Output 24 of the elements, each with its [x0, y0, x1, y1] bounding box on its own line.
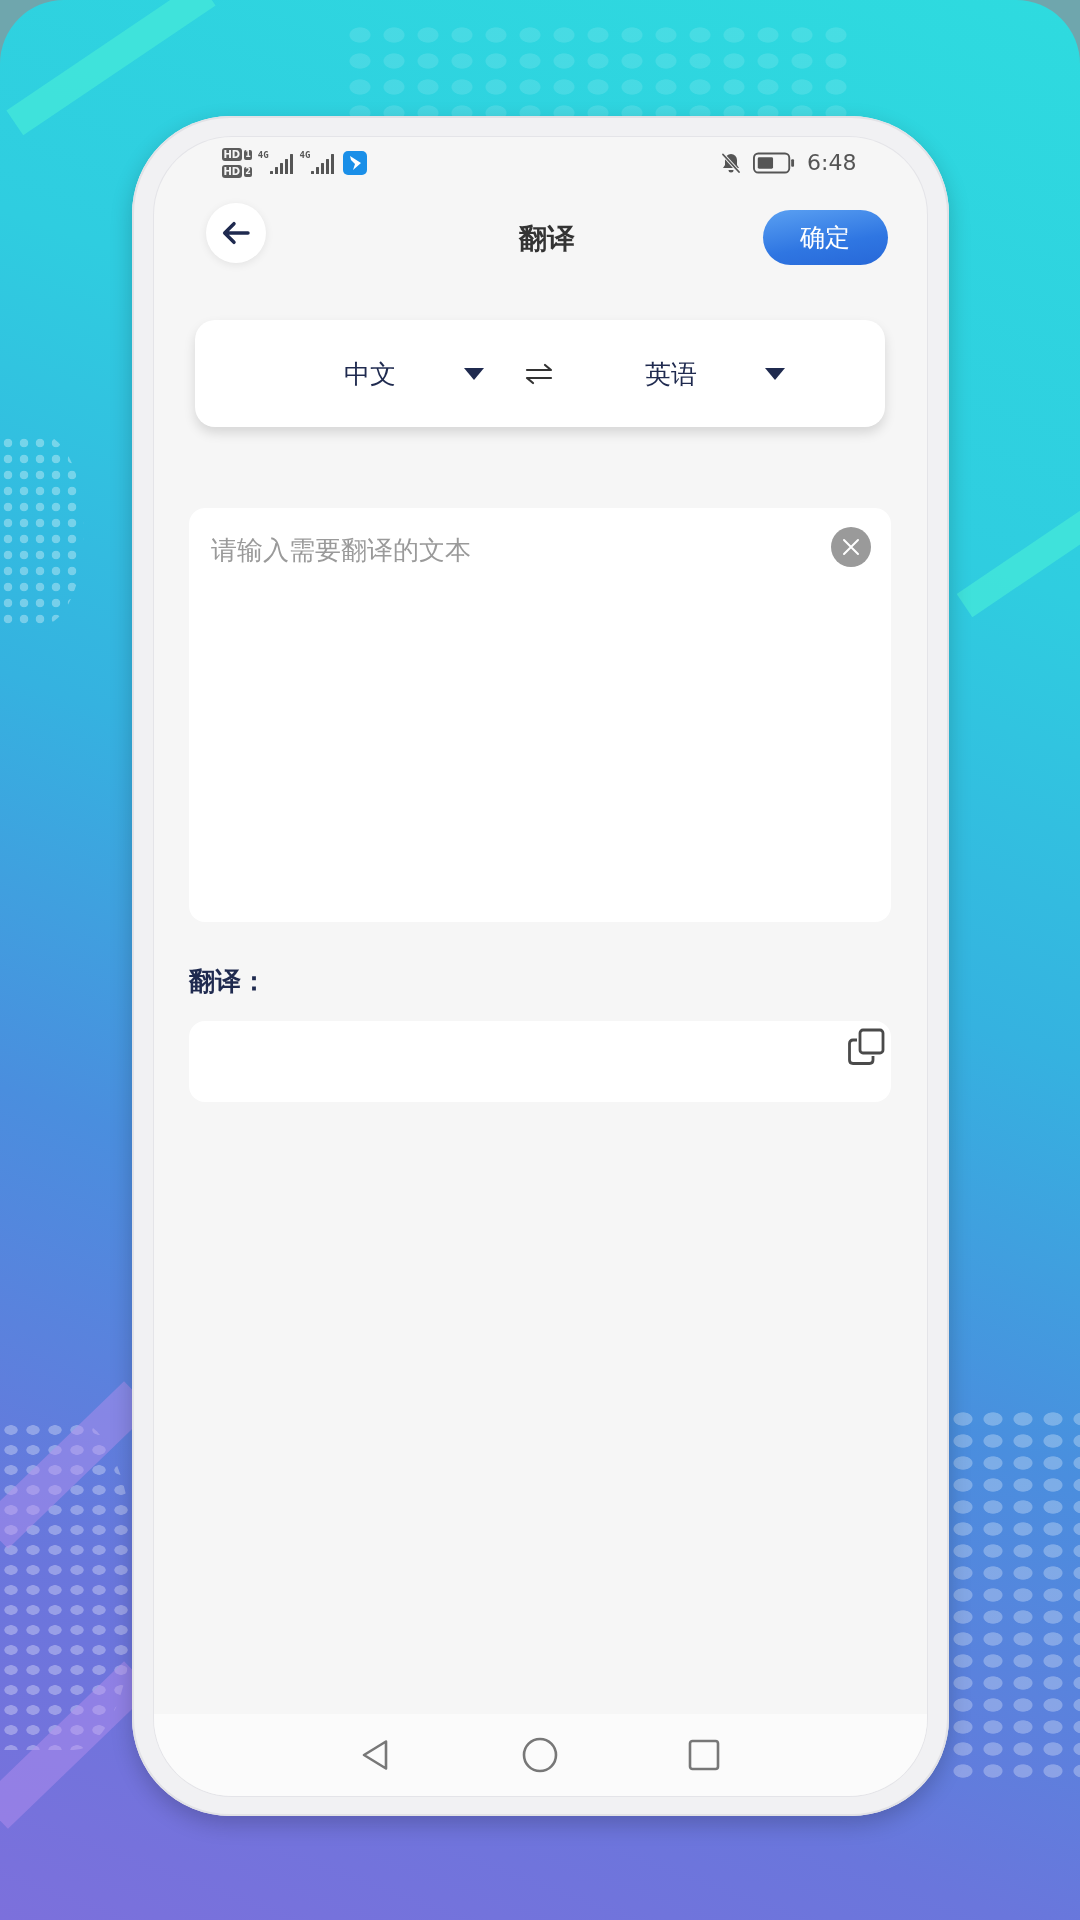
caret-icon: [463, 367, 484, 380]
swap-arrows-icon[interactable]: [523, 362, 554, 385]
hd-indicator: HD: [221, 148, 243, 161]
hd-indicator: HD: [221, 165, 243, 178]
nav-recents-icon[interactable]: [686, 1737, 722, 1773]
page-title: 翻译: [518, 221, 575, 257]
battery-icon: [753, 152, 796, 174]
network-type-label: 4G: [257, 150, 269, 160]
signal-bars-icon: [269, 154, 294, 174]
app-icon: [343, 151, 368, 175]
signal-bars-icon: [311, 154, 336, 174]
caret-icon: [764, 367, 785, 380]
sim-number: 2: [244, 166, 252, 177]
sim-number: 1: [244, 149, 252, 160]
language-dropdown[interactable]: 英语: [644, 355, 785, 392]
language-dropdown[interactable]: 中文: [343, 355, 484, 392]
nav-home-icon[interactable]: [522, 1737, 558, 1773]
text-input-field[interactable]: 请输入需要翻译的文本: [188, 508, 891, 922]
network-type-label: 4G: [299, 150, 311, 160]
clear-icon[interactable]: [830, 527, 871, 567]
clock-time: 6:48: [807, 150, 857, 176]
result-label: 翻译：: [188, 965, 268, 998]
confirm-button[interactable]: 确定: [762, 209, 888, 265]
copy-icon[interactable]: [846, 1028, 885, 1066]
